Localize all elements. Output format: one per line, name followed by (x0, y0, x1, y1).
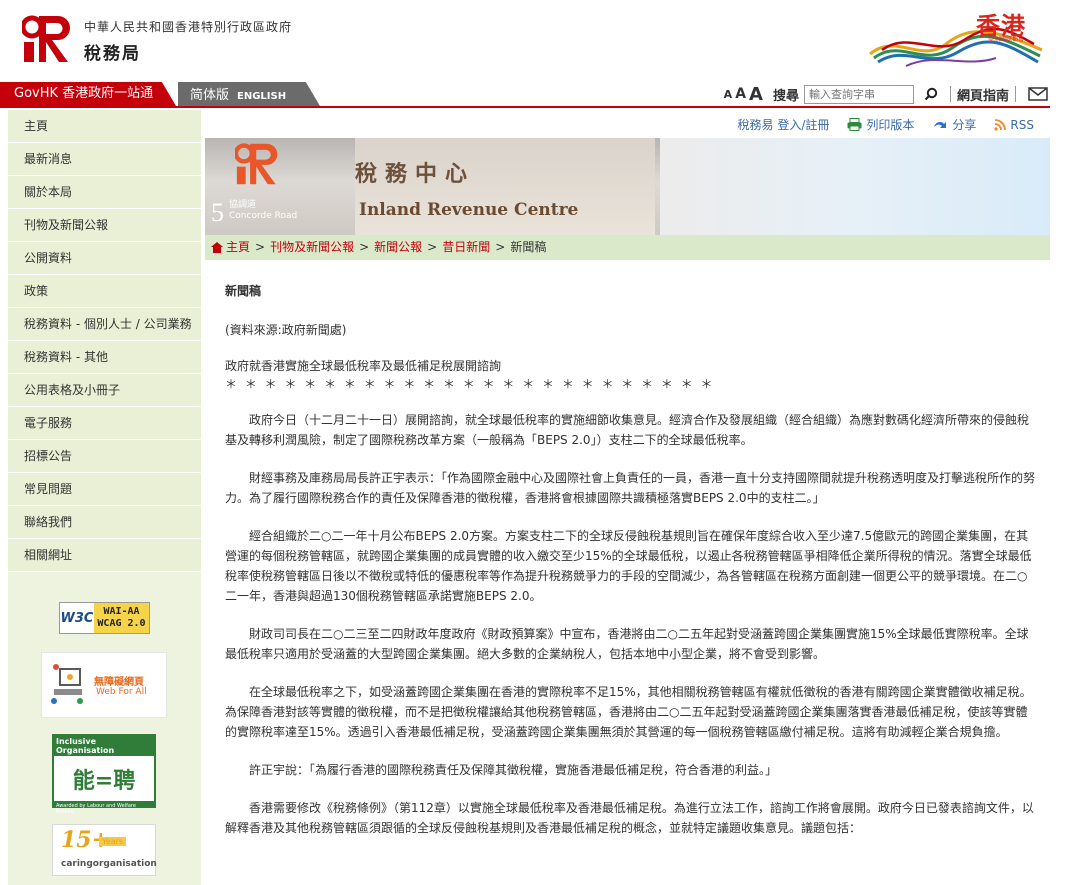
breadcrumb-home[interactable]: 主頁 (226, 240, 250, 254)
inclusive-title: Inclusive Organisation (54, 736, 154, 756)
top-navigation-bar: GovHK 香港政府一站通 简体版 ENGLISH A A A 搜尋 網頁指南 (0, 82, 1050, 108)
share-icon[interactable] (932, 119, 948, 131)
sidebar-item-tax-individuals-business[interactable]: 稅務資料 - 個別人士 / 公司業務 (8, 308, 201, 341)
printer-icon[interactable] (847, 118, 862, 131)
rss-icon[interactable] (994, 118, 1007, 131)
breadcrumb-archive[interactable]: 昔日新聞 (442, 240, 490, 254)
sidebar-item-tax-other[interactable]: 稅務資料 - 其他 (8, 341, 201, 374)
govhk-link[interactable]: GovHK 香港政府一站通 (0, 82, 176, 106)
rss-link[interactable]: RSS (1010, 118, 1034, 132)
ird-logo[interactable] (22, 14, 74, 64)
font-size-medium-button[interactable]: A (735, 86, 746, 102)
home-icon[interactable] (211, 242, 223, 253)
font-size-small-button[interactable]: A (724, 88, 733, 101)
article-paragraph: 財經事務及庫務局局長許正宇表示：「作為國際金融中心及國際社會上負責任的一員，香港… (225, 471, 1036, 505)
sidebar-item-tender-notices[interactable]: 招標公告 (8, 440, 201, 473)
font-size-large-button[interactable]: A (749, 84, 763, 105)
wcag-label: WCAG 2.0 (97, 618, 146, 629)
article-divider-stars: ＊ ＊ ＊ ＊ ＊ ＊ ＊ ＊ ＊ ＊ ＊ ＊ ＊ ＊ ＊ ＊ ＊ ＊ ＊ ＊ … (225, 377, 715, 391)
sidebar-item-latest-news[interactable]: 最新消息 (8, 143, 201, 176)
web-accessibility-icon (51, 664, 83, 704)
department-name: 稅務局 (84, 44, 141, 64)
search-input[interactable] (803, 84, 914, 104)
web-for-all-badge[interactable]: 無障礙網頁 Web For All (41, 652, 167, 718)
print-version-link[interactable]: 列印版本 (866, 116, 914, 133)
breadcrumb: 主頁 > 刊物及新聞公報 > 新聞公報 > 昔日新聞 > 新聞稿 (205, 235, 1050, 260)
article-subject: 政府就香港實施全球最低稅率及最低補足稅展開諮詢 (225, 359, 502, 373)
banner-address-number: 5 (211, 198, 224, 227)
inclusive-mark: 能=聘 (54, 756, 154, 801)
sidebar-item-home[interactable]: 主頁 (8, 110, 201, 143)
wai-aa-label: WAI-AA (103, 606, 140, 617)
site-header: 中華人民共和國香港特別行政區政府 稅務局 香港 亞洲國際都會 (0, 0, 1050, 82)
sidebar-item-related-links[interactable]: 相關網址 (8, 539, 201, 572)
sitemap-link[interactable]: 網頁指南 (957, 85, 1009, 104)
web-for-all-en: Web For All (96, 687, 147, 697)
banner-building-en: Inland Revenue Centre (359, 200, 579, 220)
breadcrumb-publications[interactable]: 刊物及新聞公報 (270, 240, 354, 254)
mail-icon (1028, 87, 1048, 101)
web-for-all-cn: 無障礙網頁 (94, 677, 144, 688)
government-name: 中華人民共和國香港特別行政區政府 (84, 20, 293, 34)
sidebar-item-about-us[interactable]: 關於本局 (8, 176, 201, 209)
breadcrumb-press-releases[interactable]: 新聞公報 (374, 240, 422, 254)
share-link[interactable]: 分享 (952, 116, 976, 133)
w3c-wcag-badge[interactable]: W3C WAI-AA WCAG 2.0 (59, 602, 150, 634)
press-release-article: 新聞稿 (資料來源:政府新聞處) 政府就香港實施全球最低稅率及最低補足稅展開諮詢… (225, 278, 1037, 838)
sidebar-item-faq[interactable]: 常見問題 (8, 473, 201, 506)
caring-sub: Years (99, 837, 127, 846)
article-source: (資料來源:政府新聞處) (225, 323, 347, 337)
brand-subtitle: 亞洲國際都會 (987, 36, 1024, 43)
sidebar: 主頁 最新消息 關於本局 刊物及新聞公報 公開資料 政策 稅務資料 - 個別人士… (8, 110, 201, 885)
divider (949, 86, 951, 102)
article-paragraph: 在全球最低稅率之下，如受涵蓋跨國企業集團在香港的實際稅率不足15%，其他相關稅務… (225, 685, 1032, 739)
sidebar-item-e-services[interactable]: 電子服務 (8, 407, 201, 440)
sidebar-item-public-information[interactable]: 公開資料 (8, 242, 201, 275)
caring-org-text: caringorganisation (61, 859, 157, 869)
inclusive-organisation-badge[interactable]: Inclusive Organisation 能=聘 Awarded by La… (52, 734, 156, 815)
utility-links: 稅務易 登入/註冊 列印版本 分享 RSS (734, 116, 1034, 133)
sidebar-item-policy[interactable]: 政策 (8, 275, 201, 308)
email-button[interactable] (1026, 85, 1050, 103)
banner-image: 5 協調道 Concorde Road 稅務中心 Inland Revenue … (205, 138, 1050, 235)
article-paragraph: 香港需要修改《稅務條例》（第112章）以實施全球最低稅率及香港最低補足稅。為進行… (225, 801, 1034, 835)
breadcrumb-current: 新聞稿 (510, 240, 547, 254)
w3c-logo: W3C (60, 610, 94, 626)
caring-organisation-badge[interactable]: 15+ Years caringorganisation (52, 824, 157, 876)
banner-building-cn: 稅務中心 (355, 161, 476, 187)
sidebar-item-forms[interactable]: 公用表格及小冊子 (8, 374, 201, 407)
article-paragraph: 政府今日（十二月二十一日）展開諮詢，就全球最低稅率的實施細節收集意見。經濟合作及… (225, 413, 1030, 447)
etax-login-link[interactable]: 稅務易 登入/註冊 (738, 116, 830, 133)
brand-hong-kong-logo[interactable]: 香港 亞洲國際都會 (866, 2, 1046, 80)
article-paragraph: 財政司司長在二○二三至二四財政年度政府《財政預算案》中宣布，香港將由二○二五年起… (225, 627, 1029, 661)
sidebar-item-publications[interactable]: 刊物及新聞公報 (8, 209, 201, 242)
divider (1015, 86, 1016, 102)
inclusive-footer: Awarded by Labour and Welfare Bureau (56, 803, 136, 815)
banner-road-en: Concorde Road (229, 211, 298, 221)
top-tools: A A A 搜尋 網頁指南 (724, 82, 1050, 106)
banner-ird-logo (235, 143, 278, 185)
search-label: 搜尋 (772, 88, 799, 104)
main-content: 稅務易 登入/註冊 列印版本 分享 RSS 5 協調道 Concorde Roa… (205, 110, 1050, 885)
article-title: 新聞稿 (225, 284, 262, 298)
language-switcher: 简体版 ENGLISH (178, 82, 320, 106)
simplified-chinese-link[interactable]: 简体版 (190, 88, 229, 103)
article-paragraph: 許正宇說：「為履行香港的國際稅務責任及保障其徵稅權，實施香港最低補足稅，符合香港… (249, 763, 778, 777)
article-paragraph: 經合組織於二○二一年十月公布BEPS 2.0方案。方案支柱二下的全球反侵蝕稅基規… (225, 529, 1032, 603)
english-link[interactable]: ENGLISH (237, 91, 286, 102)
sidebar-item-contact-us[interactable]: 聯絡我們 (8, 506, 201, 539)
sidebar-nav: 主頁 最新消息 關於本局 刊物及新聞公報 公開資料 政策 稅務資料 - 個別人士… (8, 110, 201, 572)
banner-road-cn: 協調道 (229, 200, 257, 210)
search-button[interactable] (918, 84, 944, 104)
search-icon (924, 87, 938, 101)
